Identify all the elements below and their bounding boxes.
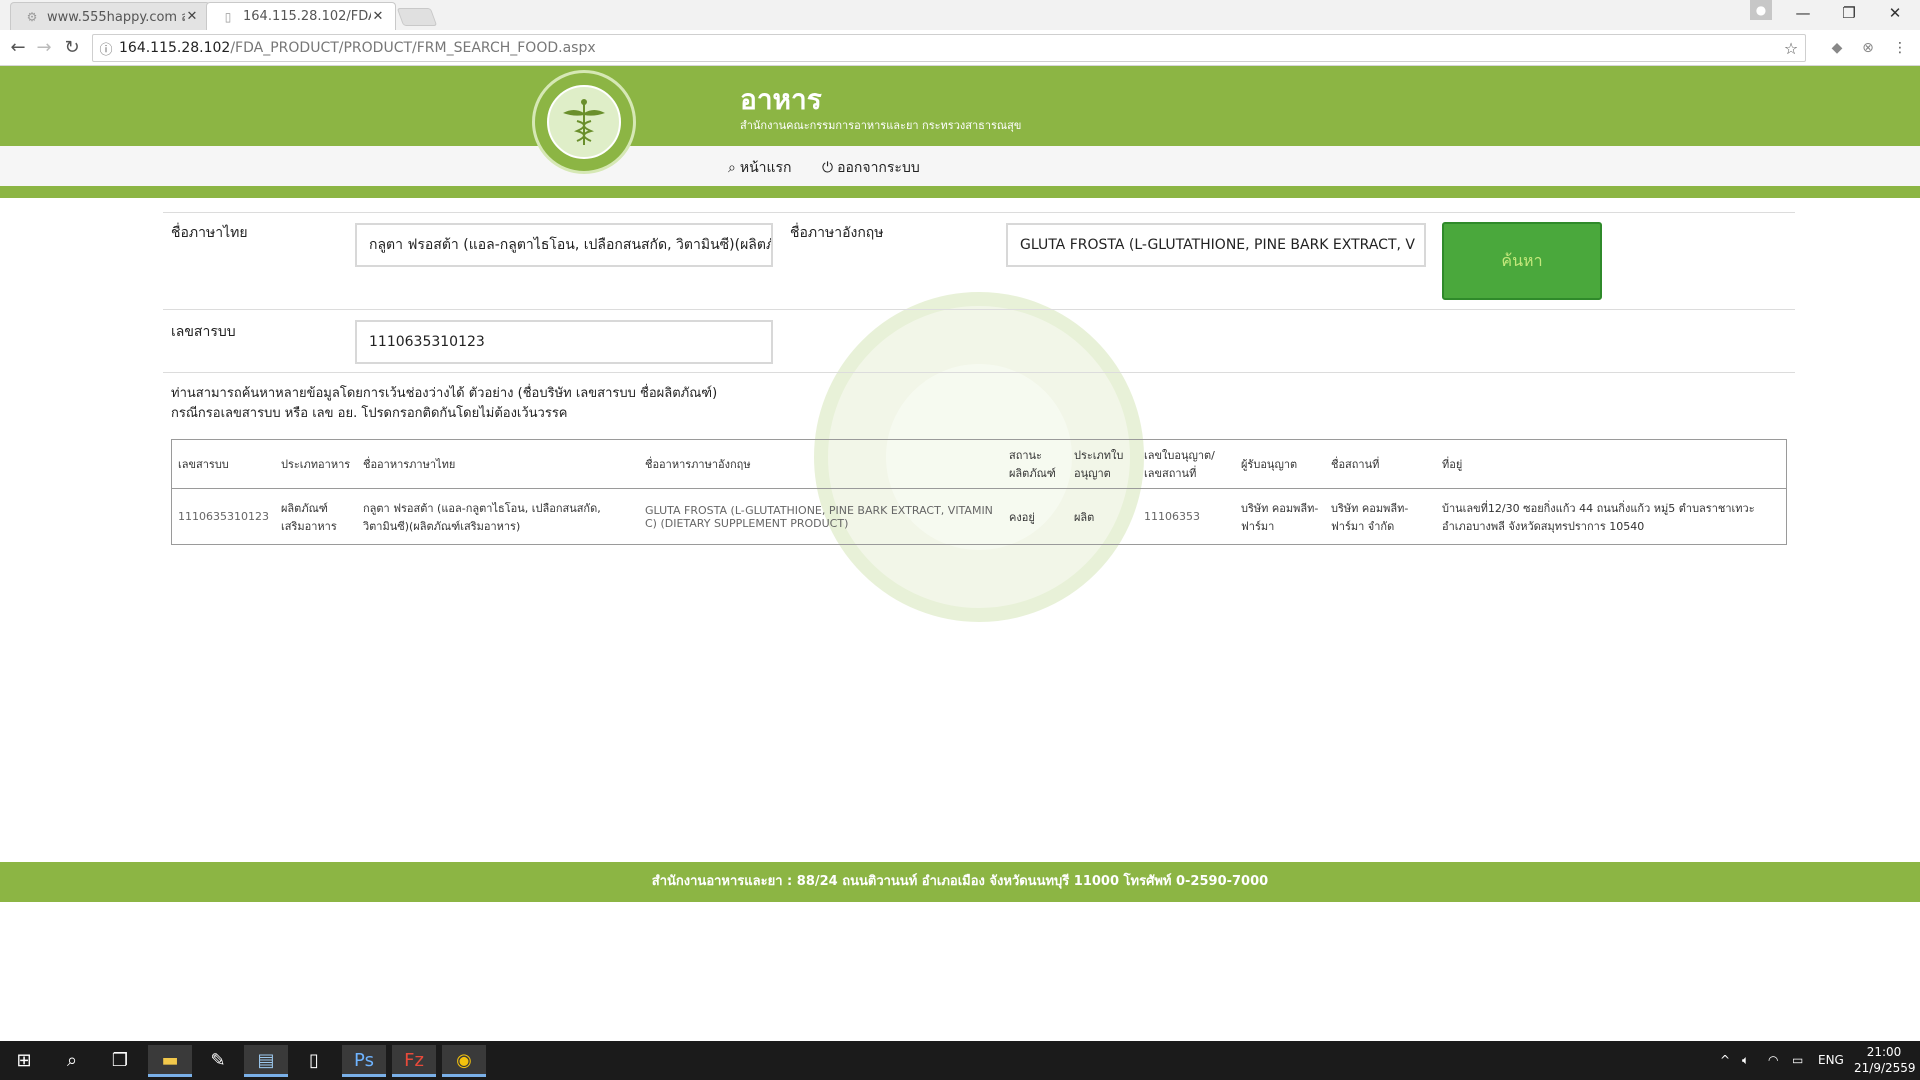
site-subtitle: สำนักงานคณะกรรมการอาหารและยา กระทรวงสาธา…	[740, 119, 1022, 132]
search-row-regno	[163, 309, 1795, 310]
browser-tabstrip: ⚙ www.555happy.com สุขภ ✕ ▯ 164.115.28.1…	[0, 0, 1920, 30]
notification-icon[interactable]: ▭	[1792, 1041, 1803, 1080]
url-host: 164.115.28.102	[119, 40, 231, 56]
document-icon[interactable]: ▯	[292, 1045, 336, 1077]
tray-chevron-icon[interactable]: ^	[1720, 1041, 1730, 1080]
extension-icon[interactable]: ◆	[1827, 38, 1847, 58]
cell-thai-name: กลูตา ฟรอสต้า (แอล-กลูตาไธโอน, เปลือกสนส…	[362, 501, 601, 533]
col-status: สถานะผลิตภัณฑ์	[1002, 439, 1068, 489]
back-arrow-icon[interactable]: ←	[6, 36, 30, 60]
site-header: อาหาร สำนักงานคณะกรรมการอาหารและยา กระทร…	[0, 66, 1920, 146]
power-icon: ⏻	[822, 160, 834, 176]
col-licensee: ผู้รับอนุญาต	[1234, 439, 1325, 489]
site-footer: สำนักงานอาหารและยา : 88/24 ถนนติวานนท์ อ…	[0, 862, 1920, 902]
minimize-icon[interactable]: —	[1780, 0, 1826, 26]
thai-name-label: ชื่อภาษาไทย	[171, 225, 248, 241]
page-content: อาหาร สำนักงานคณะกรรมการอาหารและยา กระทร…	[0, 66, 1920, 1041]
col-thai-name: ชื่ออาหารภาษาไทย	[356, 439, 639, 489]
chrome-icon[interactable]: ◉	[442, 1045, 486, 1077]
system-clock[interactable]: 21:00 21/9/2559	[1854, 1044, 1916, 1076]
tab-555happy[interactable]: ⚙ www.555happy.com สุขภ ✕	[10, 2, 210, 30]
reg-no-input[interactable]: 1110635310123	[355, 320, 773, 364]
col-license-type: ประเภทใบอนุญาต	[1067, 439, 1138, 489]
col-eng-name: ชื่ออาหารภาษาอังกฤษ	[638, 439, 1003, 489]
notepad-icon[interactable]: ▤	[244, 1045, 288, 1077]
info-icon[interactable]: ⓘ	[93, 39, 119, 58]
network-icon[interactable]: ◠	[1768, 1041, 1778, 1080]
browser-toolbar: ← → ↻ ⓘ 164.115.28.102/FDA_PRODUCT/PRODU…	[0, 30, 1920, 66]
results-table: เลขสารบบ ประเภทอาหาร ชื่ออาหารภาษาไทย ชื…	[171, 439, 1787, 545]
tab-title: 164.115.28.102/FDA_PRC	[243, 9, 371, 24]
header-stripe	[0, 186, 1920, 198]
close-tab-icon[interactable]: ✕	[371, 9, 385, 24]
col-food-type: ประเภทอาหาร	[274, 439, 357, 489]
col-reg-no: เลขสารบบ	[171, 439, 275, 489]
eng-name-label: ชื่อภาษาอังกฤษ	[790, 225, 884, 241]
windows-taskbar: ⊞ ⌕ ❐ ▬ ✎ ▤ ▯ Ps Fz ◉ ^ 🔈︎ ◠ ▭ ENG 21:00…	[0, 1041, 1920, 1080]
caduceus-icon	[563, 99, 605, 145]
search-hint-line2: กรณีกรอเลขสารบบ หรือ เลข อย. โปรดกรอกติด…	[171, 406, 568, 421]
search-button[interactable]: ค้นหา	[1442, 222, 1602, 300]
reload-icon[interactable]: ↻	[60, 36, 84, 60]
nav-home-link[interactable]: ⌕ หน้าแรก	[728, 157, 792, 179]
bookmark-star-icon[interactable]: ☆	[1777, 39, 1805, 58]
close-tab-icon[interactable]: ✕	[185, 9, 199, 24]
fda-seal-logo	[532, 70, 636, 174]
col-license-no: เลขใบอนุญาต/เลขสถานที่	[1137, 439, 1235, 489]
clock-time: 21:00	[1866, 1045, 1902, 1059]
page-favicon-icon: ▯	[224, 9, 232, 24]
search-icon: ⌕	[728, 160, 736, 176]
restore-icon[interactable]: ❐	[1826, 0, 1872, 26]
tab-fda-product[interactable]: ▯ 164.115.28.102/FDA_PRC ✕	[206, 2, 396, 30]
task-view-icon[interactable]: ❐	[98, 1045, 142, 1077]
url-path: /FDA_PRODUCT/PRODUCT/FRM_SEARCH_FOOD.asp…	[230, 40, 596, 56]
volume-icon[interactable]: 🔈︎	[1742, 1041, 1749, 1080]
photoshop-icon[interactable]: Ps	[342, 1045, 386, 1077]
nav-home-label: หน้าแรก	[739, 160, 792, 176]
close-window-icon[interactable]: ✕	[1872, 0, 1918, 26]
cell-eng-name: GLUTA FROSTA (L-GLUTATHIONE, PINE BARK E…	[644, 503, 993, 530]
nav-logout-link[interactable]: ⏻ ออกจากระบบ	[822, 157, 920, 179]
tab-title: www.555happy.com สุขภ	[47, 10, 185, 25]
cell-place-name: บริษัท คอมพลีท-ฟาร์มา จำกัด	[1330, 501, 1409, 533]
table-header-row: เลขสารบบ ประเภทอาหาร ชื่ออาหารภาษาไทย ชื…	[171, 439, 1787, 489]
col-place-name: ชื่อสถานที่	[1324, 439, 1436, 489]
search-hint-line1: ท่านสามารถค้นหาหลายข้อมูลโดยการเว้นช่องว…	[171, 386, 718, 401]
cell-address: บ้านเลขที่12/30 ซอยกิ่งแก้ว 44 ถนนกิ่งแก…	[1441, 501, 1755, 533]
reg-no-label: เลขสารบบ	[171, 324, 236, 340]
site-nav: ⌕ หน้าแรก ⏻ ออกจากระบบ	[0, 146, 1920, 186]
cell-license-no: 11106353	[1143, 510, 1200, 523]
language-indicator[interactable]: ENG	[1818, 1041, 1844, 1080]
table-row[interactable]: 1110635310123 ผลิตภัณฑ์เสริมอาหาร กลูตา …	[172, 489, 1787, 545]
eng-name-input[interactable]: GLUTA FROSTA (L-GLUTATHIONE, PINE BARK E…	[1006, 223, 1426, 267]
search-icon[interactable]: ⌕	[50, 1045, 94, 1077]
gear-favicon-icon: ⚙	[26, 9, 38, 24]
address-bar[interactable]: ⓘ 164.115.28.102/FDA_PRODUCT/PRODUCT/FRM…	[92, 34, 1806, 62]
new-tab-button[interactable]	[396, 8, 438, 26]
cell-reg-no: 1110635310123	[178, 510, 269, 523]
nav-logout-label: ออกจากระบบ	[837, 160, 920, 176]
cell-licensee: บริษัท คอมพลีท-ฟาร์มา	[1240, 501, 1319, 533]
cell-food-type: ผลิตภัณฑ์เสริมอาหาร	[280, 501, 337, 533]
windows-start-icon[interactable]: ⊞	[2, 1045, 46, 1077]
menu-dots-icon[interactable]: ⋮	[1890, 38, 1910, 58]
file-explorer-icon[interactable]: ▬	[148, 1045, 192, 1077]
cell-license-type: ผลิต	[1073, 510, 1095, 524]
col-address: ที่อยู่	[1435, 439, 1787, 489]
filezilla-icon[interactable]: Fz	[392, 1045, 436, 1077]
clock-date: 21/9/2559	[1854, 1061, 1916, 1075]
cell-status: คงอยู่	[1008, 510, 1035, 524]
profile-icon[interactable]: ●	[1750, 0, 1772, 20]
extension-block-icon[interactable]: ⊗	[1858, 38, 1878, 58]
forward-arrow-icon[interactable]: →	[32, 36, 56, 60]
app-icon[interactable]: ✎	[196, 1045, 240, 1077]
thai-name-input[interactable]: กลูตา ฟรอสต้า (แอล-กลูตาไธโอน, เปลือกสนส…	[355, 223, 773, 267]
hint-divider	[163, 372, 1795, 373]
